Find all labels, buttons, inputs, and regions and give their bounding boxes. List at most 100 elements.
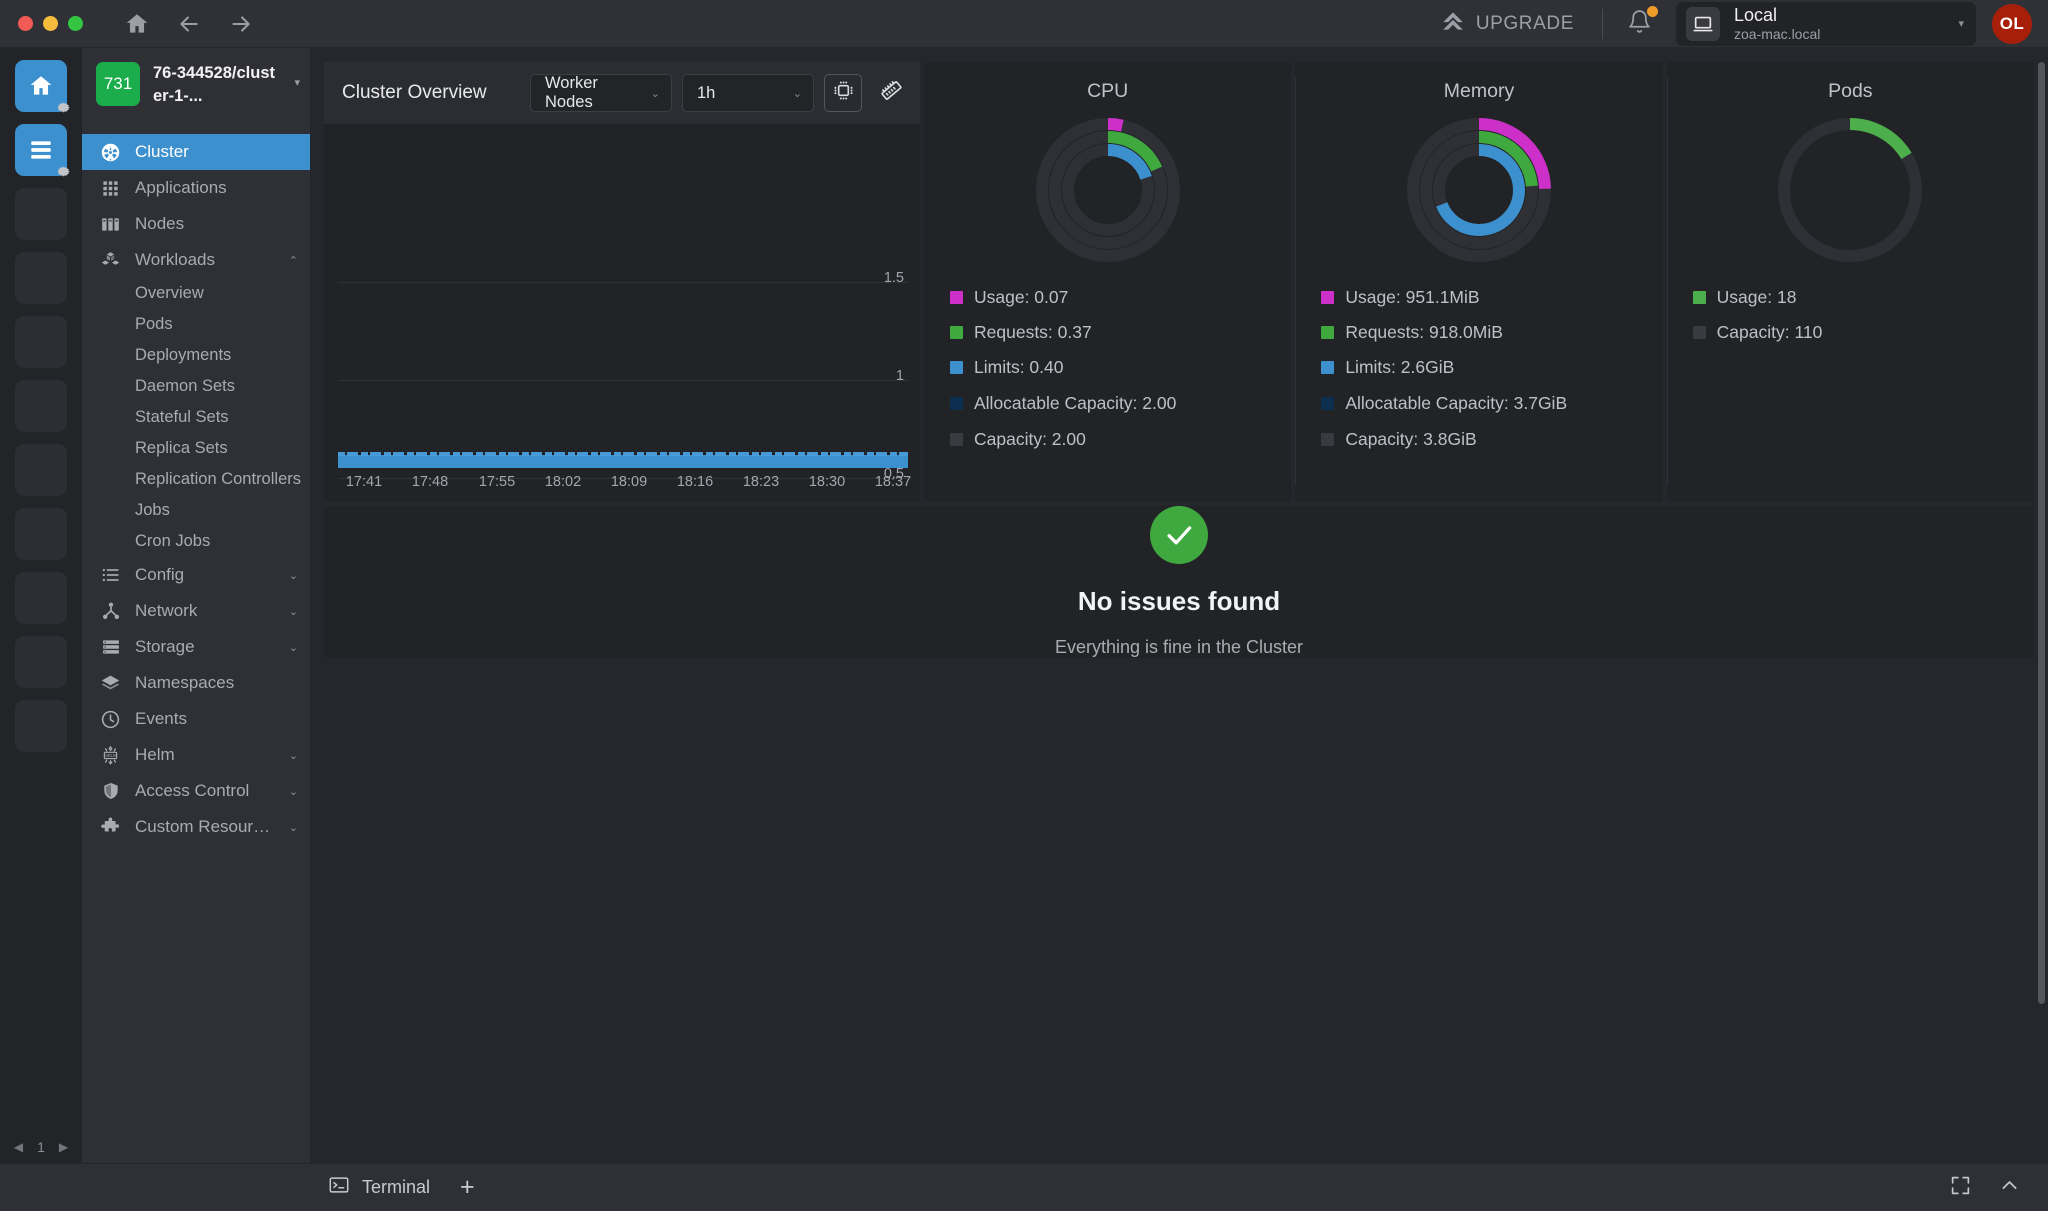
- strip-item-placeholder[interactable]: [15, 700, 67, 752]
- chevron-down-icon: ⌄: [651, 87, 660, 100]
- notifications-button[interactable]: [1621, 7, 1658, 41]
- metric-panel-memory: Memory: [1295, 62, 1662, 502]
- sidebar-subitem-cron-jobs[interactable]: Cron Jobs: [82, 526, 310, 557]
- sidebar-subitem-label: Overview: [135, 284, 204, 303]
- strip-item-placeholder[interactable]: [15, 572, 67, 624]
- sidebar-subitem-pods[interactable]: Pods: [82, 309, 310, 340]
- cpu-metric-toggle[interactable]: [824, 74, 862, 112]
- pagination-next-icon[interactable]: ▶: [59, 1140, 68, 1154]
- strip-item-placeholder[interactable]: [15, 188, 67, 240]
- chevron-down-icon[interactable]: ▾: [294, 62, 300, 89]
- y-axis-tick: 1.5: [884, 270, 904, 286]
- layers-icon: [100, 673, 121, 694]
- helm-wheel-icon: [100, 142, 121, 163]
- gear-icon[interactable]: [55, 99, 72, 116]
- time-range-select[interactable]: 1h ⌄: [682, 74, 814, 112]
- strip-item-placeholder[interactable]: [15, 444, 67, 496]
- metric-title: Pods: [1667, 80, 2034, 103]
- collapse-terminal-button[interactable]: [1985, 1175, 2034, 1201]
- sidebar-subitem-daemon-sets[interactable]: Daemon Sets: [82, 371, 310, 402]
- legend-item: Allocatable Capacity: 2.00: [950, 392, 1291, 415]
- sidebar-item-access-control[interactable]: Access Control ⌄: [82, 773, 310, 809]
- chevron-down-icon[interactable]: ⌄: [289, 605, 298, 618]
- minimize-window-button[interactable]: [43, 16, 58, 31]
- node-filter-select[interactable]: Worker Nodes ⌄: [530, 74, 672, 112]
- sidebar-item-config[interactable]: Config ⌄: [82, 557, 310, 593]
- add-terminal-button[interactable]: +: [448, 1173, 487, 1202]
- strip-item-placeholder[interactable]: [15, 380, 67, 432]
- pods-donut-chart[interactable]: [1667, 115, 2034, 265]
- chevron-down-icon[interactable]: ⌄: [289, 749, 298, 762]
- sidebar-subitem-stateful-sets[interactable]: Stateful Sets: [82, 402, 310, 433]
- sidebar-subitem-overview[interactable]: Overview: [82, 278, 310, 309]
- main-scroll-area: Cluster Overview Worker Nodes ⌄ 1h ⌄: [310, 48, 2048, 1163]
- gear-icon[interactable]: [55, 163, 72, 180]
- sidebar-item-namespaces[interactable]: Namespaces: [82, 665, 310, 701]
- close-window-button[interactable]: [18, 16, 33, 31]
- sidebar-item-helm[interactable]: HELM Helm ⌄: [82, 737, 310, 773]
- sidebar-item-label: Cluster: [135, 142, 189, 162]
- sidebar-subitem-jobs[interactable]: Jobs: [82, 495, 310, 526]
- legend-label: Capacity: 110: [1717, 322, 1823, 343]
- metric-panel-cpu: CPU: [924, 62, 1291, 502]
- strip-item-placeholder[interactable]: [15, 508, 67, 560]
- terminal-tab[interactable]: Terminal: [310, 1164, 448, 1211]
- chevron-down-icon[interactable]: ⌄: [289, 785, 298, 798]
- sidebar-item-cluster[interactable]: Cluster: [82, 134, 310, 170]
- maximize-window-button[interactable]: [68, 16, 83, 31]
- cluster-overview-chart[interactable]: 1.5 1 0.5 17:41 17:48 17:55 18:02 18:09: [324, 124, 920, 502]
- sidebar-item-custom-resources[interactable]: Custom Resources ⌄: [82, 809, 310, 845]
- strip-item-placeholder[interactable]: [15, 316, 67, 368]
- sidebar-subitem-replica-sets[interactable]: Replica Sets: [82, 433, 310, 464]
- sidebar-item-label: Config: [135, 565, 184, 585]
- legend-item: Limits: 2.6GiB: [1321, 357, 1662, 378]
- arrow-left-icon[interactable]: [175, 10, 203, 38]
- sidebar-item-network[interactable]: Network ⌄: [82, 593, 310, 629]
- chevron-up-icon[interactable]: ⌃: [289, 254, 298, 267]
- legend-item: Usage: 951.1MiB: [1321, 287, 1662, 308]
- fullscreen-button[interactable]: [1936, 1175, 1985, 1201]
- strip-item-cluster-active[interactable]: [15, 124, 67, 176]
- chevron-down-icon[interactable]: ⌄: [289, 821, 298, 834]
- metric-title: Memory: [1295, 80, 1662, 103]
- sidebar-item-workloads[interactable]: Workloads ⌃: [82, 242, 310, 278]
- legend-label: Usage: 951.1MiB: [1345, 287, 1479, 308]
- window-traffic-lights[interactable]: [18, 16, 83, 31]
- sidebar-subitem-label: Deployments: [135, 346, 231, 365]
- strip-item-placeholder[interactable]: [15, 252, 67, 304]
- notification-badge: [1647, 6, 1658, 17]
- memory-metric-toggle[interactable]: [872, 74, 910, 112]
- cpu-donut-chart[interactable]: [924, 115, 1291, 265]
- strip-item-placeholder[interactable]: [15, 636, 67, 688]
- avatar[interactable]: OL: [1992, 4, 2032, 44]
- legend-swatch: [1321, 291, 1334, 304]
- chevron-down-icon[interactable]: ⌄: [289, 569, 298, 582]
- sidebar-item-events[interactable]: Events: [82, 701, 310, 737]
- cluster-overview-header: Cluster Overview Worker Nodes ⌄ 1h ⌄: [324, 62, 920, 124]
- main-scrollbar[interactable]: [2038, 62, 2045, 1157]
- sidebar-item-nodes[interactable]: Nodes: [82, 206, 310, 242]
- strip-item-home[interactable]: [15, 60, 67, 112]
- pagination-prev-icon[interactable]: ◀: [14, 1140, 23, 1154]
- sidebar-subitem-deployments[interactable]: Deployments: [82, 340, 310, 371]
- home-icon[interactable]: [123, 10, 151, 38]
- chevron-down-icon[interactable]: ⌄: [289, 641, 298, 654]
- memory-donut-chart[interactable]: [1295, 115, 1662, 265]
- sidebar-item-storage[interactable]: Storage ⌄: [82, 629, 310, 665]
- node-filter-value: Worker Nodes: [545, 74, 637, 112]
- issues-title: No issues found: [1078, 586, 1280, 617]
- x-axis-tick: 18:30: [809, 474, 845, 490]
- overview-top-row: Cluster Overview Worker Nodes ⌄ 1h ⌄: [324, 62, 2034, 502]
- cluster-selector[interactable]: Local zoa-mac.local ▾: [1676, 2, 1976, 46]
- legend-item: Requests: 0.37: [950, 322, 1291, 343]
- legend-swatch: [1321, 397, 1334, 410]
- upgrade-button[interactable]: UPGRADE: [1430, 4, 1584, 44]
- sidebar-subitem-replication-controllers[interactable]: Replication Controllers: [82, 464, 310, 495]
- x-axis-tick: 18:37: [875, 474, 911, 490]
- sidebar-item-applications[interactable]: Applications: [82, 170, 310, 206]
- sidebar-cluster-header[interactable]: 731 76-344528/cluster-1-... ▾: [82, 48, 310, 134]
- memory-stick-icon: [879, 78, 904, 108]
- scrollbar-thumb[interactable]: [2038, 62, 2045, 1004]
- arrow-right-icon[interactable]: [227, 10, 255, 38]
- x-axis-tick: 18:23: [743, 474, 779, 490]
